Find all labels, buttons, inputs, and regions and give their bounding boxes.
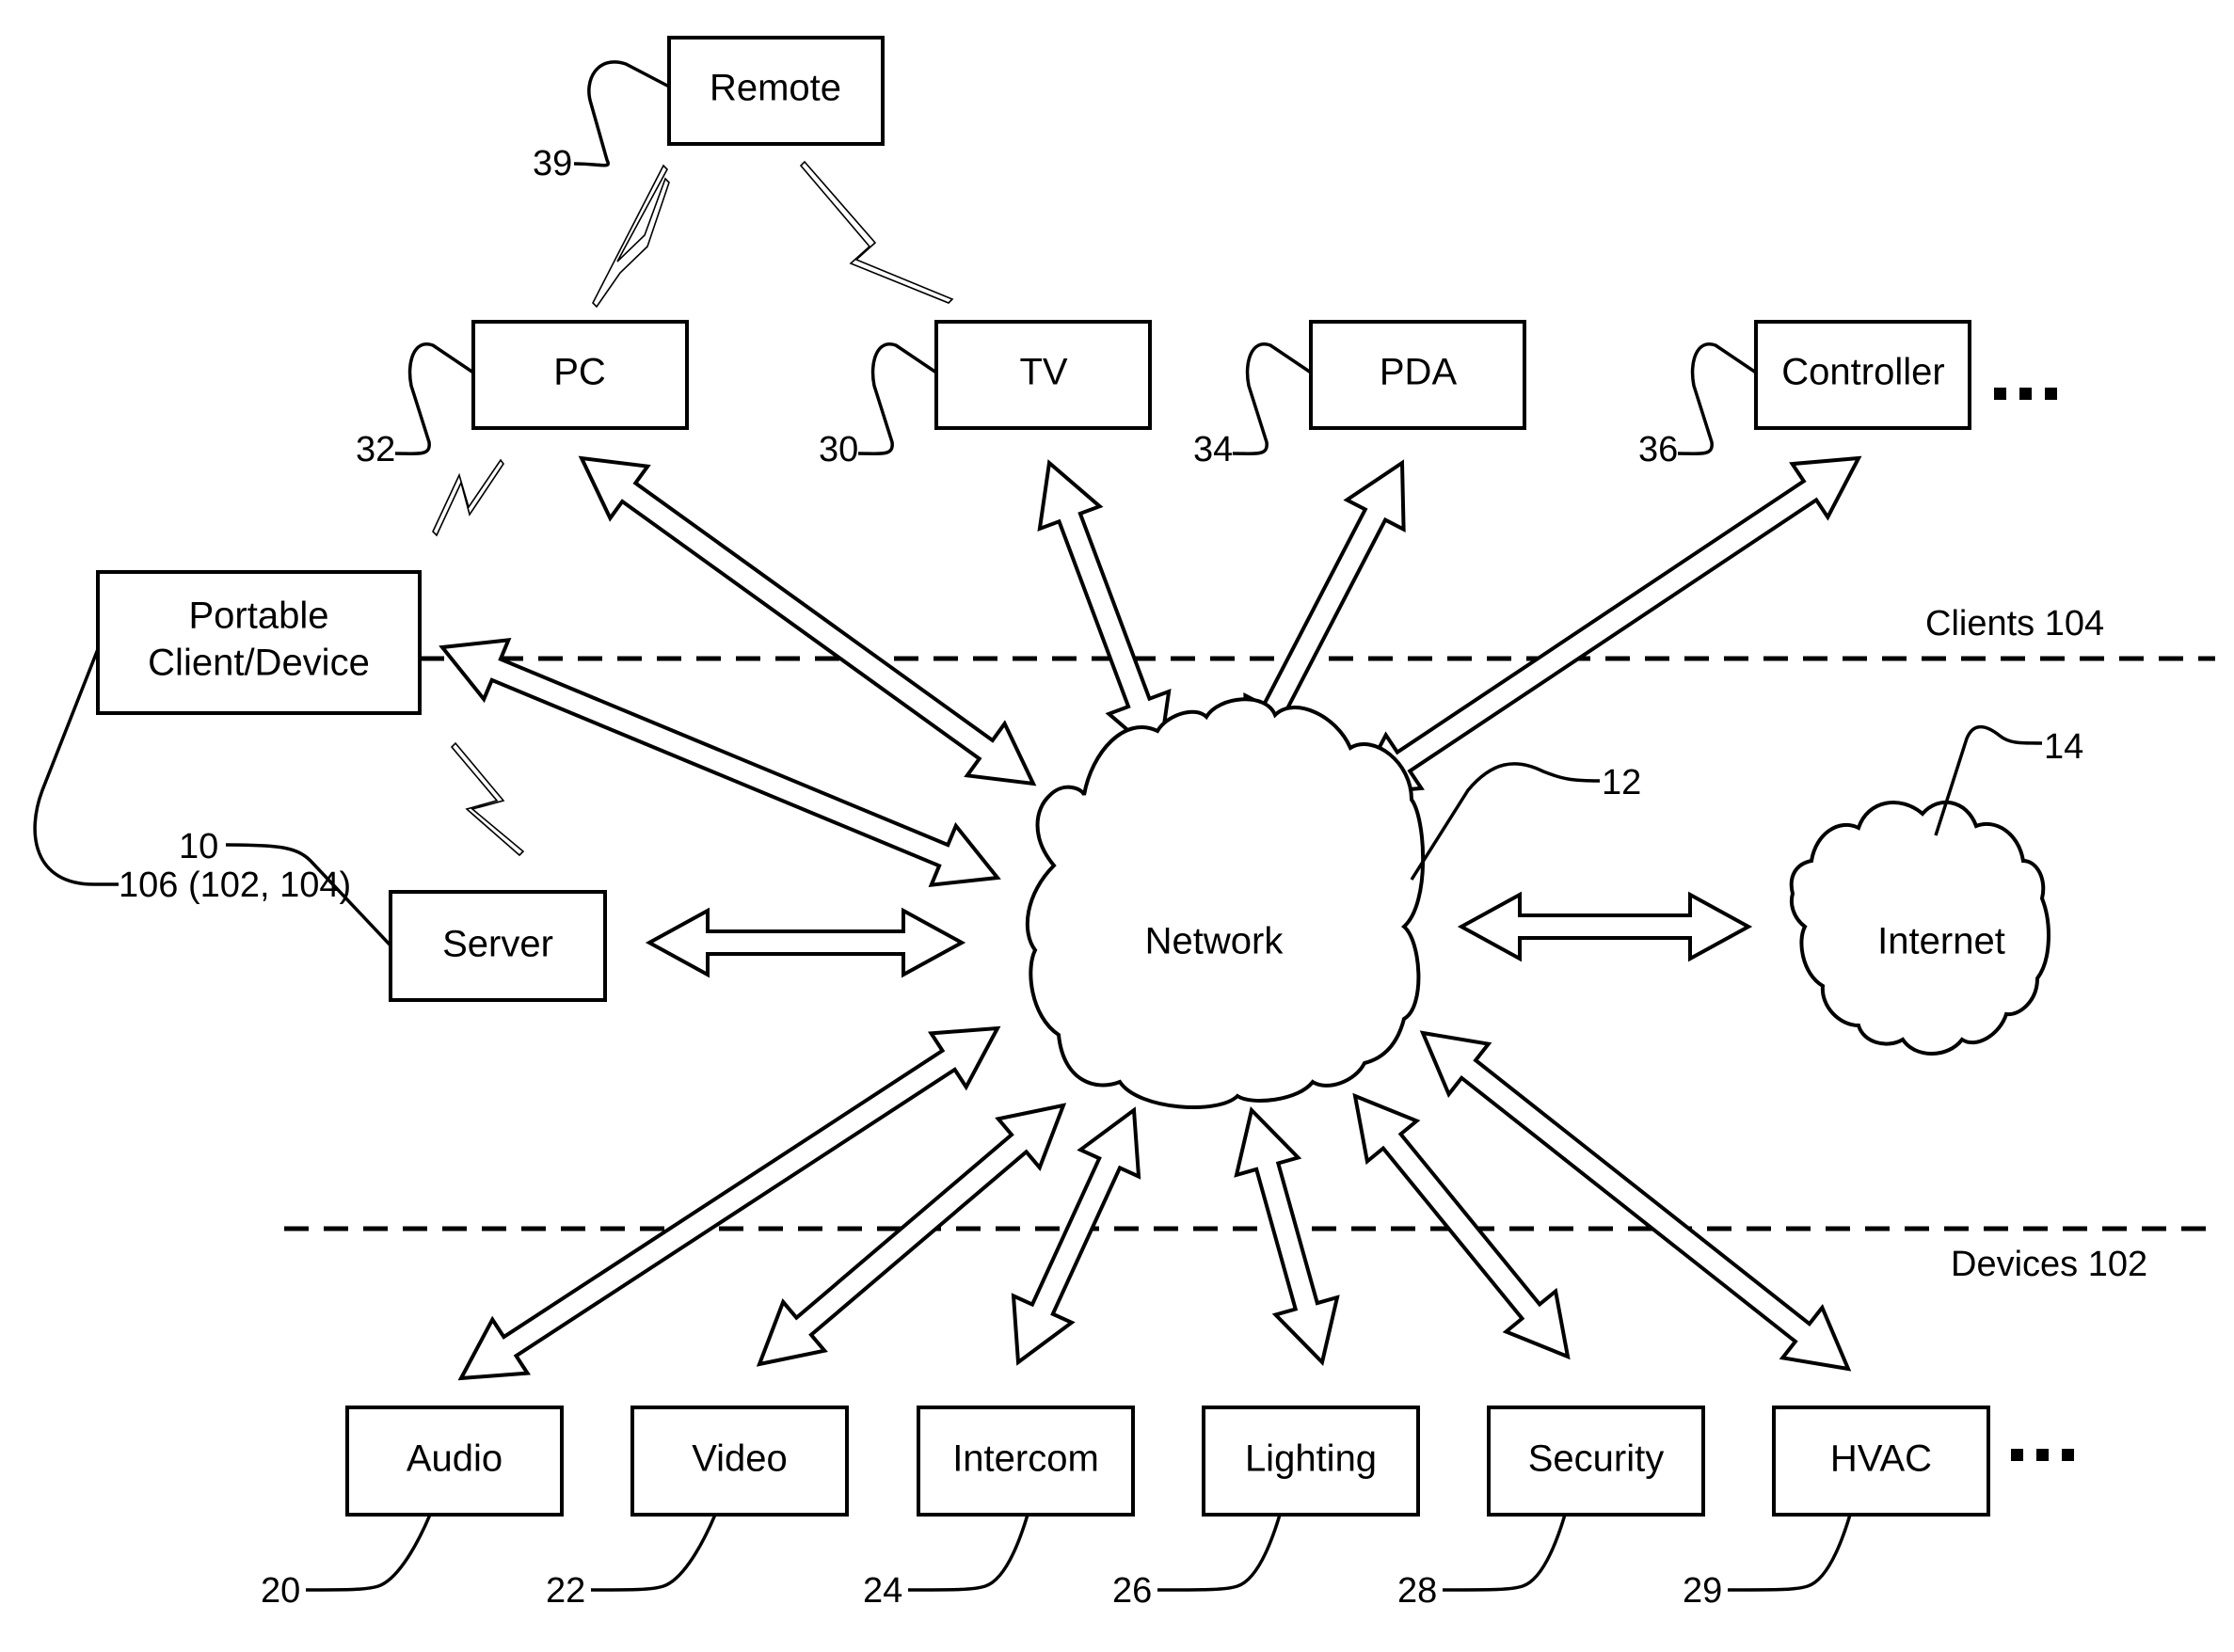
controller-ref: 36 [1638, 430, 1678, 469]
pc-label: PC [553, 352, 606, 393]
lighting-node[interactable]: Lighting 26 [1112, 1406, 1420, 1611]
network-label: Network [1145, 921, 1285, 962]
controller-label: Controller [1781, 352, 1944, 393]
tv-ref: 30 [819, 430, 858, 469]
pc-leader-line [394, 342, 474, 455]
portable-client-node[interactable]: Portable Client/Device 106 (102, 104) [33, 570, 422, 905]
server-node[interactable]: Server 10 [179, 827, 607, 1002]
devices-tier-label: Devices 102 [1951, 1245, 2147, 1284]
lighting-label: Lighting [1245, 1438, 1377, 1480]
tv-leader-line [857, 342, 937, 455]
hvac-label: HVAC [1830, 1438, 1932, 1480]
pda-leader-line [1232, 342, 1312, 455]
remote-leader-line [573, 60, 670, 167]
lighting-ref: 26 [1112, 1571, 1152, 1611]
server-label: Server [442, 924, 553, 965]
internet-ref: 14 [2044, 727, 2083, 767]
portable-client-label-line2: Client/Device [148, 643, 370, 684]
hvac-leader-line [1727, 1514, 1852, 1592]
link-arrow-lighting-network [1234, 1105, 1340, 1367]
video-node[interactable]: Video 22 [546, 1406, 849, 1611]
wireless-bolt-icon [450, 741, 525, 857]
tv-node[interactable]: TV 30 [819, 320, 1152, 469]
link-arrow-network-internet [1457, 891, 1753, 962]
video-ref: 22 [546, 1571, 585, 1611]
portable-client-label-line1: Portable [189, 596, 329, 637]
audio-node[interactable]: Audio 20 [261, 1406, 564, 1611]
audio-label: Audio [407, 1438, 503, 1480]
device-nodes: Audio 20 Video 22 Intercom 24 Lighting 2… [261, 1406, 2074, 1611]
pc-node[interactable]: PC 32 [356, 320, 689, 469]
internet-label: Internet [1877, 921, 2005, 962]
portable-client-ref: 106 (102, 104) [119, 866, 351, 905]
link-arrow-tv-network [1037, 459, 1172, 761]
hvac-node[interactable]: HVAC 29 [1683, 1406, 1990, 1611]
pda-node[interactable]: PDA 34 [1193, 320, 1526, 469]
network-ref: 12 [1602, 763, 1641, 802]
lighting-leader-line [1157, 1514, 1282, 1592]
remote-node[interactable]: Remote 39 [533, 36, 885, 183]
remote-label: Remote [710, 68, 841, 109]
tv-label: TV [1019, 352, 1067, 393]
link-arrow-audio-network [457, 1025, 1001, 1381]
pda-label: PDA [1380, 352, 1458, 393]
intercom-ref: 24 [863, 1571, 902, 1611]
audio-ref: 20 [261, 1571, 300, 1611]
server-ref: 10 [179, 827, 218, 866]
hvac-ref: 29 [1683, 1571, 1722, 1611]
video-leader-line [590, 1514, 717, 1592]
network-node[interactable]: Network 12 [1025, 697, 1641, 1109]
wireless-bolt-icon [799, 160, 954, 304]
link-arrow-hvac-network [1419, 1030, 1852, 1372]
controller-leader-line [1677, 342, 1757, 455]
devices-ellipsis [2011, 1449, 2074, 1461]
intercom-node[interactable]: Intercom 24 [863, 1406, 1135, 1611]
wireless-bolt-icon [592, 164, 670, 309]
security-node[interactable]: Security 28 [1397, 1406, 1705, 1611]
security-leader-line [1442, 1514, 1567, 1592]
wireless-bolt-icon [432, 458, 504, 537]
video-label: Video [692, 1438, 788, 1480]
link-arrow-server-network [645, 907, 966, 978]
internet-node[interactable]: Internet 14 [1789, 724, 2084, 1056]
intercom-leader-line [907, 1514, 1029, 1592]
pc-ref: 32 [356, 430, 395, 469]
controller-node[interactable]: Controller 36 [1638, 320, 1971, 469]
link-arrow-portable-client-device-network [439, 638, 1001, 887]
link-arrow-controller-network [1351, 455, 1862, 797]
clients-ellipsis [1994, 388, 2057, 400]
pda-ref: 34 [1193, 430, 1233, 469]
intercom-label: Intercom [952, 1438, 1099, 1480]
security-label: Security [1528, 1438, 1665, 1480]
remote-ref: 39 [533, 144, 572, 183]
audio-leader-line [305, 1514, 432, 1592]
clients-tier-label: Clients 104 [1925, 604, 2104, 643]
network-cloud[interactable] [1025, 697, 1426, 1109]
security-ref: 28 [1397, 1571, 1437, 1611]
network-leader-line [1410, 762, 1601, 881]
diagram-canvas: Clients 104 Devices 102 Remote 39 PC 32 … [0, 0, 2234, 1652]
